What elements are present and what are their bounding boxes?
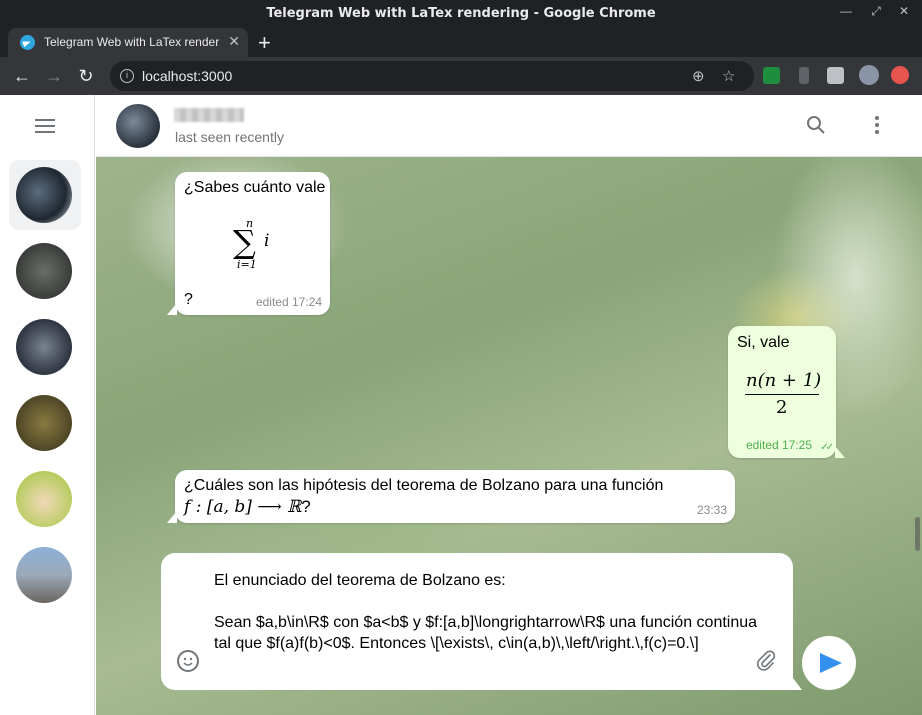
chat-scrollbar[interactable] [915, 517, 920, 551]
update-icon[interactable] [891, 66, 909, 84]
math-inline: f : [a, b] ⟶ ℝ [184, 497, 302, 517]
math-fraction-numerator: n(n + 1) [746, 370, 822, 391]
more-vertical-icon[interactable] [870, 115, 884, 140]
chat-list-sidebar [0, 95, 95, 715]
peer-name-blurred[interactable] [174, 108, 244, 122]
chat-avatar[interactable] [16, 395, 72, 451]
math-sum-var: i [264, 231, 270, 251]
site-info-icon[interactable]: i [120, 69, 134, 83]
search-icon[interactable] [806, 115, 826, 140]
add-icon[interactable]: ⊕ [692, 67, 705, 85]
message-bubble-incoming[interactable]: ¿Cuáles son las hipótesis del teorema de… [175, 470, 735, 523]
message-text: ¿Sabes cuánto vale [184, 179, 326, 196]
send-button[interactable] [802, 636, 856, 690]
chat-header: last seen recently [96, 95, 922, 157]
peer-status: last seen recently [175, 129, 284, 145]
message-text: ¿Cuáles son las hipótesis del teorema de… [184, 477, 664, 494]
telegram-favicon-icon [20, 35, 35, 50]
math-sum-lower: i=1 [237, 258, 257, 271]
tab-title: Telegram Web with LaTex rendering [44, 35, 220, 49]
menu-icon[interactable] [35, 119, 55, 133]
extensions-puzzle-icon[interactable] [827, 67, 844, 84]
message-input[interactable]: El enunciado del teorema de Bolzano es: … [214, 570, 774, 654]
math-fraction-bar [745, 394, 819, 395]
message-text-after: ? [301, 497, 311, 516]
chat-avatar[interactable] [16, 319, 72, 375]
new-tab-button[interactable]: + [258, 30, 271, 56]
chat-avatar[interactable] [16, 167, 72, 223]
chat-avatar[interactable] [16, 547, 72, 603]
message-meta: 23:33 [696, 503, 727, 517]
minimize-button[interactable]: — [836, 4, 856, 22]
message-composer[interactable]: El enunciado del teorema de Bolzano es: … [161, 553, 793, 690]
chat-avatar[interactable] [16, 243, 72, 299]
close-window-button[interactable]: ✕ [894, 4, 914, 22]
math-fraction-denominator: 2 [776, 397, 788, 418]
read-check-icon: ✓✓ [820, 442, 834, 453]
tab-strip: Telegram Web with LaTex rendering ✕ + [0, 28, 922, 57]
extension-s-icon[interactable] [763, 67, 780, 84]
chat-avatar[interactable] [16, 471, 72, 527]
window-title: Telegram Web with LaTex rendering - Goog… [266, 6, 656, 21]
bookmark-star-icon[interactable]: ☆ [722, 67, 735, 85]
math-sum-symbol: ∑ [233, 223, 256, 261]
message-text: Si, vale [737, 334, 790, 351]
address-bar[interactable]: i localhost:3000 ⊕ ☆ [110, 61, 754, 91]
message-bubble-incoming[interactable]: ¿Sabes cuánto vale n ∑ i i=1 ? edited 17… [175, 172, 330, 315]
emoji-icon[interactable] [177, 650, 199, 672]
peer-avatar[interactable] [116, 104, 160, 148]
message-meta: edited 17:24 [255, 295, 322, 309]
tab-close-icon[interactable]: ✕ [228, 33, 240, 50]
profile-avatar-icon[interactable] [859, 65, 879, 85]
url-text[interactable]: localhost:3000 [142, 68, 232, 84]
message-meta: edited 17:25 [745, 438, 812, 452]
message-text-after: ? [184, 291, 193, 308]
maximize-button[interactable]: ⤢ [866, 4, 886, 22]
message-bubble-outgoing[interactable]: Si, vale n(n + 1) 2 edited 17:25 ✓✓ [728, 326, 836, 458]
browser-toolbar: ← → ↻ i localhost:3000 ⊕ ☆ [0, 57, 922, 95]
paperclip-icon[interactable] [755, 649, 777, 677]
forward-button[interactable]: → [43, 65, 65, 87]
back-button[interactable]: ← [11, 65, 33, 87]
tab-telegram[interactable]: Telegram Web with LaTex rendering ✕ [8, 28, 248, 57]
window-titlebar: Telegram Web with LaTex rendering - Goog… [0, 0, 922, 28]
reload-button[interactable]: ↻ [75, 65, 97, 87]
extension-plug-icon[interactable] [799, 67, 809, 84]
